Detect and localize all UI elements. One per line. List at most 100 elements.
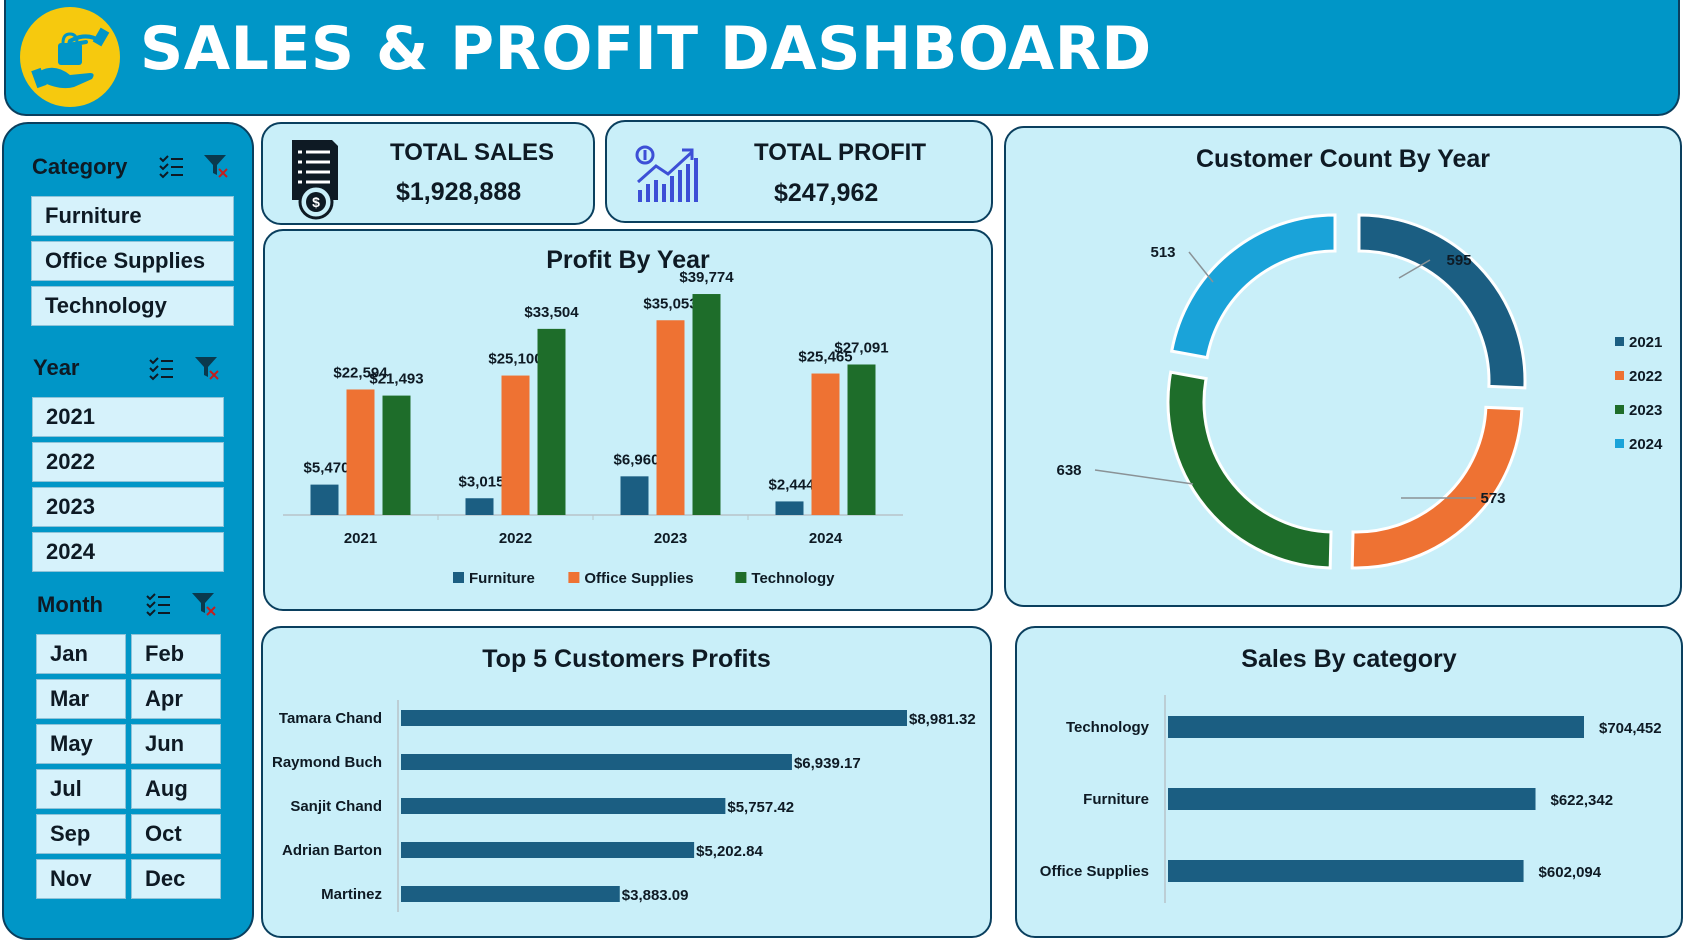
profit-by-year-chart: $5,470$22,594$21,4932021$3,015$25,100$33… (283, 269, 903, 587)
slicer-item-may[interactable]: May (36, 724, 126, 764)
data-label: $35,053 (643, 295, 697, 312)
slicer-item-oct[interactable]: Oct (131, 814, 221, 854)
slicer-item-feb[interactable]: Feb (131, 634, 221, 674)
leader-line (1188, 251, 1214, 283)
slicer-item-furniture[interactable]: Furniture (31, 196, 234, 236)
multi-select-icon[interactable] (148, 355, 174, 381)
bar-office-supplies (1168, 860, 1524, 882)
svg-text:$: $ (312, 194, 320, 210)
y-tick-label: Adrian Barton (282, 842, 382, 859)
slicer-item-dec[interactable]: Dec (131, 859, 221, 899)
slicer-item-2024[interactable]: 2024 (32, 532, 224, 572)
data-label: $602,094 (1539, 864, 1602, 881)
donut-slice-2024 (1169, 213, 1337, 360)
legend-label-2023: 2023 (1629, 402, 1662, 419)
slicer-item-technology[interactable]: Technology (31, 286, 234, 326)
bar-office-supplies-2024 (811, 373, 840, 515)
data-label: $704,452 (1599, 720, 1662, 737)
bar-martinez (401, 886, 620, 902)
slicer-item-jun[interactable]: Jun (131, 724, 221, 764)
page-title: SALES & PROFIT DASHBOARD (140, 14, 1152, 84)
data-label: $6,939.17 (794, 755, 861, 772)
legend-swatch-2022 (1615, 371, 1624, 380)
slicer-item-sep[interactable]: Sep (36, 814, 126, 854)
x-tick-label: 2024 (809, 530, 843, 547)
bar-office-supplies-2023 (656, 320, 685, 515)
total-sales-value: $1,928,888 (396, 178, 522, 206)
legend-label-2021: 2021 (1629, 334, 1662, 351)
data-label: 513 (1150, 244, 1175, 261)
slicer-item-jan[interactable]: Jan (36, 634, 126, 674)
legend-label-furniture: Furniture (469, 570, 535, 587)
growth-chart-icon (634, 144, 708, 204)
data-label: 638 (1056, 462, 1081, 479)
bar-sanjit-chand (401, 798, 726, 814)
donut-slice-2023 (1166, 370, 1333, 570)
data-label: $8,981.32 (909, 711, 976, 728)
bar-technology-2023 (692, 294, 721, 515)
slicer-item-jul[interactable]: Jul (36, 769, 126, 809)
bar-technology-2022 (537, 328, 566, 515)
invoice-dollar-icon: $ (288, 138, 344, 220)
data-label: $3,883.09 (622, 887, 689, 904)
total-profit-label: TOTAL PROFIT (754, 139, 926, 166)
x-tick-label: 2023 (654, 530, 687, 547)
y-tick-label: Raymond Buch (272, 754, 382, 771)
bar-furniture-2021 (310, 484, 339, 515)
data-label: $25,100 (488, 351, 542, 368)
sales-by-category-chart: Technology $704,452 Furniture $622,342 Offic… (1040, 695, 1662, 903)
clear-filter-icon[interactable] (194, 355, 220, 381)
clear-filter-icon[interactable] (191, 591, 217, 617)
data-label: $33,504 (524, 304, 579, 321)
month-slicer-title: Month (37, 592, 103, 617)
clear-filter-icon[interactable] (203, 153, 229, 179)
bar-furniture (1168, 788, 1536, 810)
bar-technology (1168, 716, 1584, 738)
legend-label-technology: Technology (751, 570, 835, 587)
total-sales-label: TOTAL SALES (390, 139, 555, 166)
legend-swatch-furniture (453, 572, 464, 583)
bar-office-supplies-2022 (501, 375, 530, 515)
slicer-item-nov[interactable]: Nov (36, 859, 126, 899)
data-label: $2,444 (769, 476, 816, 493)
data-label: 595 (1446, 252, 1471, 269)
slicer-item-2022[interactable]: 2022 (32, 442, 224, 482)
slicer-item-office-supplies[interactable]: Office Supplies (31, 241, 234, 281)
category-slicer-title: Category (32, 154, 128, 179)
year-slicer-title: Year (33, 355, 80, 380)
bar-technology-2021 (382, 395, 411, 515)
legend-swatch-2021 (1615, 337, 1624, 346)
slicer-item-mar[interactable]: Mar (36, 679, 126, 719)
data-label: $3,015 (459, 473, 505, 490)
data-label: $6,960 (614, 451, 660, 468)
legend-swatch-technology (735, 572, 747, 583)
y-tick-label: Furniture (1083, 791, 1149, 808)
bar-furniture-2024 (775, 501, 804, 515)
slicer-item-apr[interactable]: Apr (131, 679, 221, 719)
data-label: $5,470 (304, 460, 350, 477)
customer-count-chart: 595 573 638 513 2021 2022 2023 2024 (1056, 213, 1663, 570)
bar-adrian-barton (401, 842, 695, 858)
total-profit-value: $247,962 (774, 179, 879, 207)
legend-label-2022: 2022 (1629, 368, 1662, 385)
bar-raymond-buch (401, 754, 792, 770)
bar-tamara-chand (401, 710, 907, 726)
donut-slice-2022 (1350, 405, 1524, 570)
leader-line (1094, 469, 1194, 485)
y-tick-label: Tamara Chand (279, 710, 382, 727)
x-tick-label: 2021 (344, 530, 377, 547)
data-label: $39,774 (679, 269, 734, 286)
data-label: $21,493 (369, 371, 423, 388)
x-tick-label: 2022 (499, 530, 532, 547)
bar-office-supplies-2021 (346, 389, 375, 515)
slicer-item-2021[interactable]: 2021 (32, 397, 224, 437)
slicer-item-2023[interactable]: 2023 (32, 487, 224, 527)
legend-label-2024: 2024 (1629, 436, 1663, 453)
slicer-item-aug[interactable]: Aug (131, 769, 221, 809)
legend-swatch-2023 (1615, 405, 1624, 414)
top5-customers-chart: Tamara Chand $8,981.32 Raymond Buch $6,939.… (272, 700, 976, 912)
multi-select-icon[interactable] (158, 153, 184, 179)
y-tick-label: Martinez (321, 886, 382, 903)
shopping-bag-hands-icon (20, 7, 120, 107)
multi-select-icon[interactable] (145, 591, 171, 617)
